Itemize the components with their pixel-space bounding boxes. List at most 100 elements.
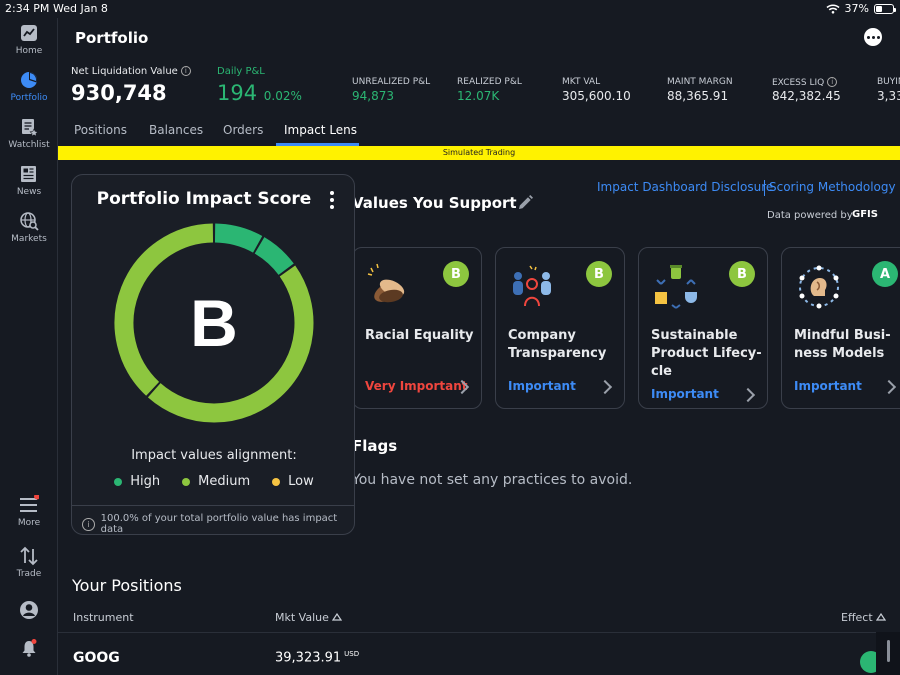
scoring-methodology-link[interactable]: Scoring Methodology	[769, 180, 896, 194]
scroll-handle[interactable]	[887, 640, 890, 662]
page-title: Portfolio	[75, 29, 149, 47]
watchlist-icon	[22, 119, 39, 137]
info-icon[interactable]: i	[827, 77, 838, 87]
currency-label: USD	[344, 650, 360, 658]
info-icon[interactable]: i	[180, 66, 191, 76]
alignment-legend: High Medium Low	[72, 474, 356, 489]
chevron-right-icon	[740, 387, 756, 403]
stat-label-text: EXCESS LIQ	[772, 78, 825, 88]
impact-dashboard-disclosure-link[interactable]: Impact Dashboard Disclosure	[597, 180, 773, 194]
daily-pnl-value: 194 0.02%	[217, 81, 302, 105]
globe-search-icon	[20, 212, 39, 231]
column-header-mkt-value[interactable]: Mkt Value	[275, 611, 343, 624]
stat-value: 88,365.91	[667, 89, 729, 103]
tab-orders[interactable]: Orders	[223, 123, 263, 137]
recycle-lifecycle-icon	[655, 265, 697, 309]
profile-button[interactable]	[0, 600, 58, 623]
stat-label: UNREALIZED P&L	[352, 77, 431, 87]
bell-icon	[22, 639, 37, 657]
legend-label: High	[130, 474, 161, 489]
value-name: Mindful Busi-ness Models	[794, 328, 891, 361]
stat-label: BUYIN	[877, 77, 900, 87]
sidebar-item-news[interactable]: News	[0, 164, 58, 197]
value-card-mindful-business-models[interactable]: A Mindful Busi-ness Models Important	[781, 247, 900, 409]
chart-icon	[21, 25, 37, 41]
legend-dot	[114, 477, 123, 486]
column-header-effect[interactable]: Effect	[841, 611, 887, 624]
dot	[866, 35, 870, 39]
legend-label: Low	[288, 474, 314, 489]
grade-badge: B	[729, 261, 755, 287]
stat-label: MAINT MARGN	[667, 77, 733, 87]
impact-score-title: Portfolio Impact Score	[96, 189, 312, 209]
stat-label: MKT VAL	[562, 77, 601, 87]
dot	[330, 205, 334, 209]
tab-positions[interactable]: Positions	[74, 123, 127, 137]
legend-dot	[272, 477, 281, 486]
value-card-racial-equality[interactable]: B Racial Equality Very Important	[352, 247, 482, 409]
sidebar-item-more[interactable]: More	[0, 495, 58, 528]
sidebar-item-label: Home	[15, 46, 43, 56]
grade-badge: B	[443, 261, 469, 287]
alignment-label: Impact values alignment:	[131, 448, 297, 463]
grade-badge: A	[872, 261, 898, 287]
info-icon[interactable]: i	[82, 517, 95, 531]
value-name: Racial Equality	[365, 328, 474, 343]
stat-value: 12.07K	[457, 89, 500, 103]
sidebar-item-markets[interactable]: Markets	[0, 211, 58, 244]
value-card-company-transparency[interactable]: B Company Transparency Important	[495, 247, 625, 409]
sidebar-item-portfolio[interactable]: Portfolio	[0, 70, 58, 103]
sidebar-item-home[interactable]: Home	[0, 23, 58, 56]
sidebar-item-label: Trade	[16, 569, 42, 579]
legend-item-medium: Medium	[182, 474, 250, 489]
value-card-sustainable-product-lifecycle[interactable]: B Sustainable Product Lifecy-cle Importa…	[638, 247, 768, 409]
net-liq-label-text: Net Liquidation Value	[71, 66, 178, 77]
link-separator	[764, 180, 765, 196]
news-icon	[21, 166, 36, 182]
dot	[876, 35, 880, 39]
sidebar-item-label: More	[17, 518, 41, 528]
dot	[330, 191, 334, 195]
battery-percent: 37%	[844, 2, 869, 15]
stat-value: 305,600.10	[562, 89, 631, 103]
sort-triangle-icon	[876, 612, 887, 621]
sidebar-item-label: Watchlist	[8, 140, 50, 150]
legend-dot	[182, 477, 191, 486]
gfis-logo: GFIS	[852, 209, 878, 220]
edit-pencil-icon[interactable]	[516, 194, 534, 212]
sidebar: Home Portfolio Watchlist News Markets Mo…	[0, 18, 58, 675]
divider	[58, 632, 900, 633]
company-transparency-people-icon	[513, 265, 551, 307]
column-header-label: Mkt Value	[275, 611, 329, 624]
menu-icon	[20, 495, 39, 512]
net-liq-value: 930,748	[71, 81, 167, 105]
tab-bar: Positions Balances Orders Impact Lens	[58, 116, 900, 146]
coverage-note: i 100.0% of your total portfolio value ha…	[82, 513, 354, 535]
stat-value: 94,873	[352, 89, 394, 103]
stat-value: 3,33	[877, 89, 900, 103]
stat-label: EXCESS LIQ i	[772, 77, 838, 88]
flags-empty-text: You have not set any practices to avoid.	[352, 472, 633, 488]
notifications-button[interactable]	[0, 638, 58, 661]
tab-impact-lens[interactable]: Impact Lens	[284, 123, 357, 137]
value-name: Sustainable Product Lifecy-cle	[651, 328, 762, 379]
racial-equality-hands-icon	[367, 263, 405, 303]
tab-balances[interactable]: Balances	[149, 123, 203, 137]
more-options-button[interactable]	[864, 28, 882, 46]
sidebar-item-trade[interactable]: Trade	[0, 546, 58, 579]
sidebar-item-watchlist[interactable]: Watchlist	[0, 117, 58, 150]
grade-badge: B	[586, 261, 612, 287]
daily-pnl-label: Daily P&L	[217, 66, 265, 77]
chevron-right-icon	[597, 379, 613, 395]
kebab-menu-icon[interactable]	[330, 191, 336, 209]
simulated-trading-banner: Simulated Trading	[58, 146, 900, 160]
sort-triangle-icon	[332, 612, 343, 621]
dot	[871, 35, 875, 39]
mkt-value-amount: 39,323.91	[275, 650, 342, 666]
importance-label: Important	[508, 379, 576, 393]
position-symbol[interactable]: GOOG	[73, 650, 120, 666]
daily-pnl-pct: 0.02%	[263, 89, 302, 103]
status-right: 37%	[826, 2, 896, 15]
column-header-instrument[interactable]: Instrument	[73, 611, 134, 624]
coverage-text: 100.0% of your total portfolio value has…	[100, 513, 338, 535]
